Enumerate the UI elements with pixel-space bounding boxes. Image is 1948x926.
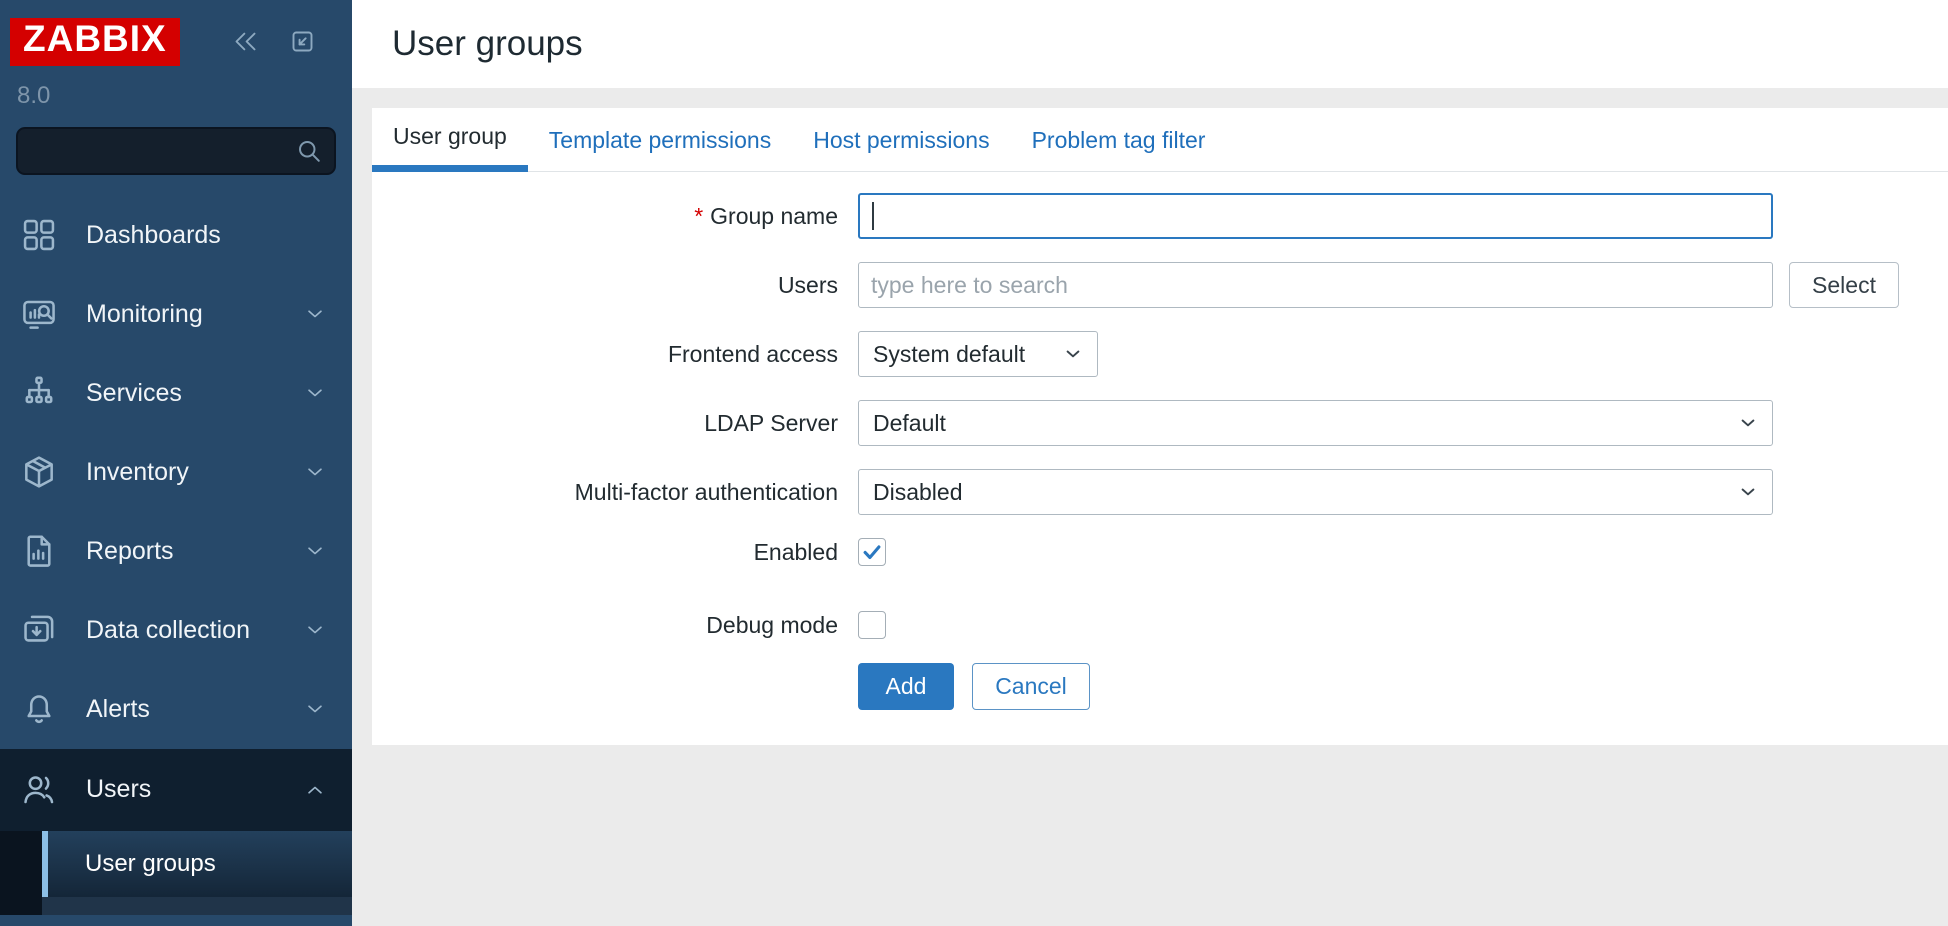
tab-template-permissions[interactable]: Template permissions [528, 108, 792, 172]
dashboards-icon [20, 216, 58, 254]
group-name-label: *Group name [372, 203, 838, 230]
frontend-access-label: Frontend access [372, 341, 838, 368]
sidebar-section-users-expanded: Users User groups [0, 749, 352, 915]
sidebar-item-inventory[interactable]: Inventory [0, 433, 352, 512]
kiosk-mode-icon[interactable] [289, 28, 316, 55]
enabled-label: Enabled [372, 539, 838, 566]
sidebar-item-label: Alerts [86, 695, 150, 724]
enabled-row: Enabled [372, 538, 1948, 566]
sidebar-item-label: Dashboards [86, 221, 221, 250]
sidebar-search-input[interactable] [16, 127, 336, 175]
sidebar-item-label: Inventory [86, 458, 189, 487]
tab-host-permissions[interactable]: Host permissions [792, 108, 1010, 172]
monitoring-icon [20, 295, 58, 333]
chevron-down-icon [1738, 482, 1758, 502]
sidebar-item-alerts[interactable]: Alerts [0, 670, 352, 749]
chevron-down-icon [1063, 344, 1083, 364]
tab-problem-tag-filter[interactable]: Problem tag filter [1011, 108, 1227, 172]
chevron-down-icon [304, 303, 326, 325]
logo-row: ZABBIX [0, 0, 352, 66]
data-collection-icon [20, 611, 58, 649]
group-name-row: *Group name [372, 193, 1948, 239]
ldap-server-label: LDAP Server [372, 410, 838, 437]
mfa-select[interactable]: Disabled [858, 469, 1773, 515]
sidebar: ZABBIX 8.0 Dashboards Monitoring [0, 0, 352, 926]
zabbix-logo[interactable]: ZABBIX [10, 18, 180, 66]
chevron-down-icon [1738, 413, 1758, 433]
users-icon [20, 771, 58, 809]
sidebar-item-label: Monitoring [86, 300, 203, 329]
user-group-form: *Group name Users Select Frontend access [372, 172, 1948, 710]
ldap-server-select[interactable]: Default [858, 400, 1773, 446]
chevron-down-icon [304, 540, 326, 562]
group-name-input-field[interactable] [874, 203, 1759, 230]
sidebar-item-label: Services [86, 379, 182, 408]
search-icon [295, 137, 323, 165]
mfa-value: Disabled [873, 479, 963, 506]
frontend-access-select[interactable]: System default [858, 331, 1098, 377]
sidebar-item-label: Reports [86, 537, 174, 566]
chevron-down-icon [304, 461, 326, 483]
user-group-form-card: User group Template permissions Host per… [372, 108, 1948, 745]
sidebar-item-dashboards[interactable]: Dashboards [0, 196, 352, 275]
sidebar-item-services[interactable]: Services [0, 354, 352, 433]
sidebar-item-data-collection[interactable]: Data collection [0, 591, 352, 670]
debug-mode-checkbox[interactable] [858, 611, 886, 639]
frontend-access-row: Frontend access System default [372, 331, 1948, 377]
chevron-down-icon [304, 698, 326, 720]
sidebar-subitem-user-groups[interactable]: User groups [42, 831, 352, 897]
users-search-box [858, 262, 1773, 308]
collapse-double-chevron-icon[interactable] [232, 28, 259, 55]
sidebar-item-label: Data collection [86, 616, 250, 645]
users-row: Users Select [372, 262, 1948, 308]
main-content: User groups User group Template permissi… [352, 0, 1948, 926]
users-search-input[interactable] [871, 272, 1760, 299]
ldap-server-value: Default [873, 410, 946, 437]
add-button[interactable]: Add [858, 663, 954, 710]
users-field: Select [858, 262, 1899, 308]
debug-mode-row: Debug mode [372, 611, 1948, 639]
page-header: User groups [352, 0, 1948, 88]
enabled-checkbox[interactable] [858, 538, 886, 566]
debug-mode-label: Debug mode [372, 612, 838, 639]
page-title: User groups [392, 24, 583, 64]
reports-icon [20, 532, 58, 570]
inventory-icon [20, 453, 58, 491]
checkmark-icon [861, 541, 883, 563]
sidebar-subitem-label: User groups [85, 850, 216, 878]
sidebar-item-label: Users [86, 775, 151, 804]
sidebar-menu: Dashboards Monitoring Services Inv [0, 196, 352, 915]
mfa-label: Multi-factor authentication [372, 479, 838, 506]
chevron-up-icon [304, 779, 326, 801]
sidebar-controls [232, 28, 316, 55]
alerts-icon [20, 690, 58, 728]
version-label: 8.0 [0, 66, 352, 110]
sidebar-item-reports[interactable]: Reports [0, 512, 352, 591]
users-label: Users [372, 272, 838, 299]
sidebar-item-monitoring[interactable]: Monitoring [0, 275, 352, 354]
services-icon [20, 374, 58, 412]
tab-bar: User group Template permissions Host per… [372, 108, 1948, 172]
mfa-row: Multi-factor authentication Disabled [372, 469, 1948, 515]
frontend-access-value: System default [873, 341, 1025, 368]
ldap-server-row: LDAP Server Default [372, 400, 1948, 446]
required-asterisk: * [694, 203, 703, 229]
tab-user-group[interactable]: User group [372, 108, 528, 172]
users-select-button[interactable]: Select [1789, 262, 1899, 308]
chevron-down-icon [304, 382, 326, 404]
chevron-down-icon [304, 619, 326, 641]
users-submenu: User groups [0, 831, 352, 915]
form-actions-row: Add Cancel [372, 663, 1948, 710]
sidebar-subitem-next-partial[interactable] [42, 897, 352, 915]
sidebar-item-users[interactable]: Users [0, 749, 352, 831]
group-name-input[interactable] [858, 193, 1773, 239]
cancel-button[interactable]: Cancel [972, 663, 1090, 710]
